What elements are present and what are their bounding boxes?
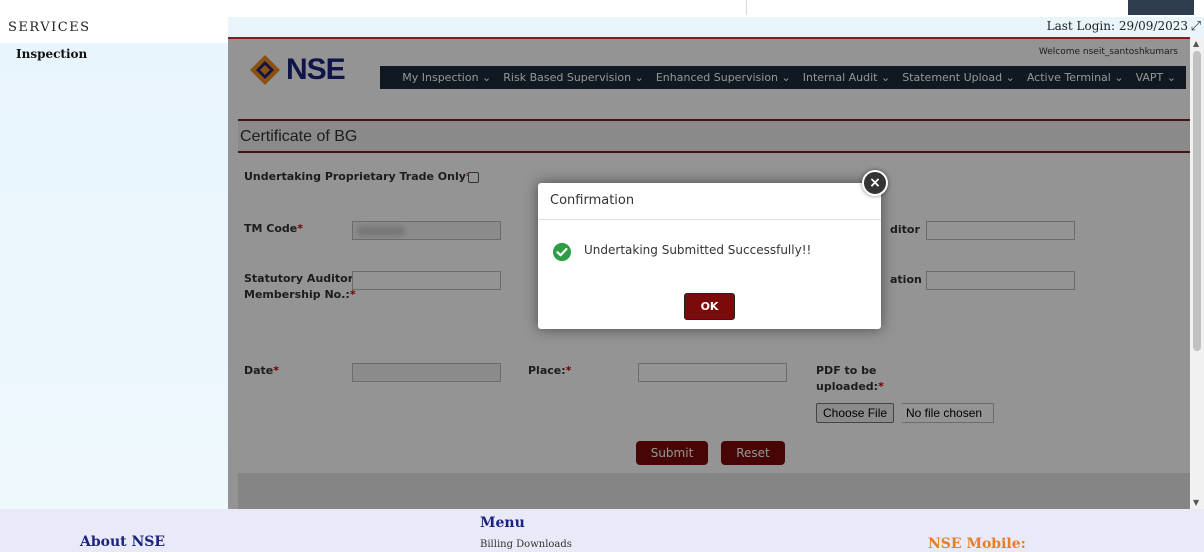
scroll-down-icon[interactable]: ▼ [1193,498,1199,507]
scroll-thumb[interactable] [1193,51,1201,351]
footer-nse-mobile: NSE Mobile: [928,536,1026,552]
success-check-icon [553,243,571,261]
confirmation-dialog: Confirmation Undertaking Submitted Succe… [538,183,881,329]
dialog-title: Confirmation [550,193,635,208]
footer-link-billing-downloads[interactable]: Billing Downloads [480,539,572,550]
top-dark-bar [1128,0,1194,15]
dialog-header: Confirmation [538,183,881,220]
top-strip [0,0,1204,17]
last-login-text: Last Login: 29/09/2023 [1046,19,1188,33]
app-root: SERVICES Inspection Last Login: 29/09/20… [0,0,1204,552]
last-login-bar: Last Login: 29/09/2023 ⤢ [228,17,1204,37]
dialog-message: Undertaking Submitted Successfully!! [584,243,812,257]
scroll-up-icon[interactable]: ▲ [1193,39,1199,48]
services-title: SERVICES [8,20,91,35]
frame-scrollbar[interactable]: ▲ ▼ [1190,37,1204,509]
expand-icon[interactable]: ⤢ [1191,19,1201,34]
page-footer: About NSE Menu Billing Downloads NSE Mob… [0,509,1204,552]
dialog-close-icon[interactable]: × [862,170,888,196]
modal-backdrop-left [228,117,238,509]
services-sidebar: Inspection [0,43,228,509]
footer-menu-title: Menu [480,515,525,531]
ok-button[interactable]: OK [684,293,735,320]
sidebar-item-inspection[interactable]: Inspection [16,47,87,61]
top-divider [746,0,747,15]
modal-backdrop-top [228,39,1190,117]
footer-about-nse[interactable]: About NSE [80,534,165,550]
